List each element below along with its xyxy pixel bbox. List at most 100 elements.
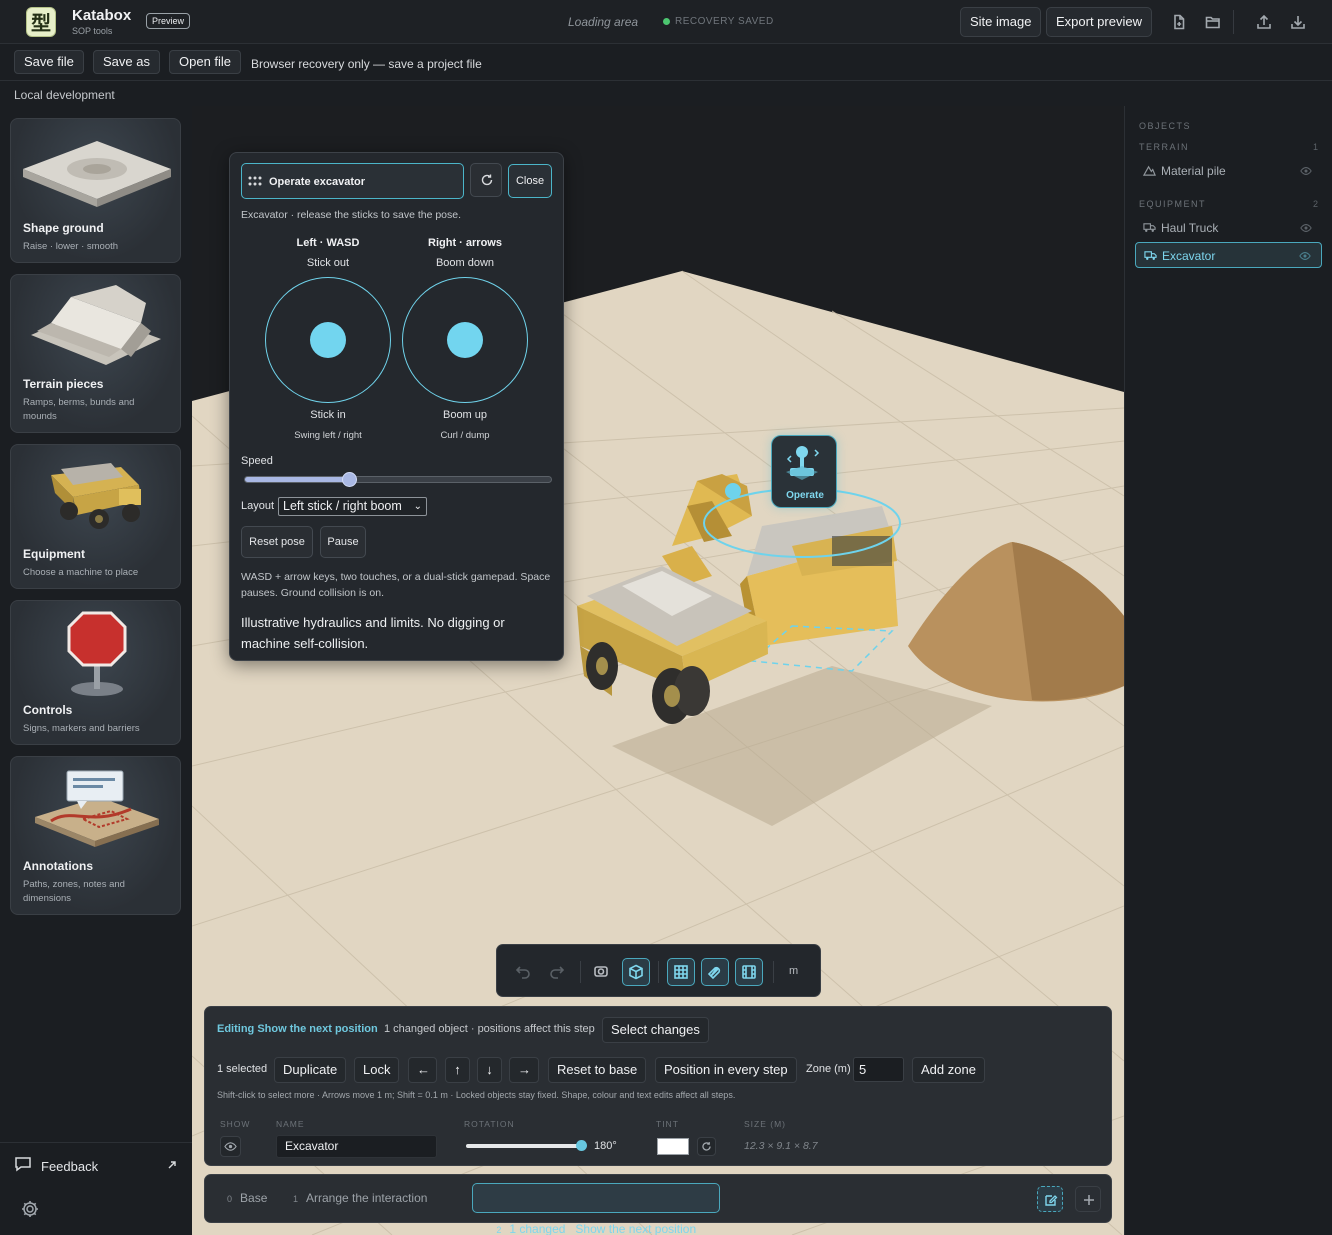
object-name-input[interactable]: Excavator: [276, 1135, 437, 1158]
name-column-header: NAME: [276, 1119, 305, 1129]
3d-cube-icon[interactable]: [622, 958, 650, 986]
new-file-icon[interactable]: [1168, 11, 1190, 33]
move-down-button[interactable]: ↓: [477, 1057, 502, 1083]
settings-gear-icon[interactable]: [20, 1199, 40, 1219]
right-joystick[interactable]: [402, 277, 528, 403]
feedback-link[interactable]: Feedback: [41, 1159, 98, 1174]
joystick-icon: [786, 446, 820, 480]
reset-pose-button[interactable]: Reset pose: [241, 526, 313, 558]
truck-icon: [1143, 223, 1156, 232]
haul-truck-icon: [51, 463, 141, 529]
unit-toggle[interactable]: m: [789, 965, 798, 977]
film-strip-icon[interactable]: [735, 958, 763, 986]
toolbar-divider: [580, 961, 581, 983]
camera-view-icon[interactable]: [588, 958, 616, 986]
operate-panel-drag-handle[interactable]: Operate excavator: [241, 163, 464, 199]
add-zone-button[interactable]: Add zone: [912, 1057, 985, 1083]
site-image-button[interactable]: Site image: [960, 7, 1042, 37]
left-stick-sub-label: Swing left / right: [294, 430, 362, 441]
eye-icon[interactable]: [1299, 250, 1311, 262]
object-name: Material pile: [1161, 164, 1226, 178]
layout-label: Layout: [241, 500, 275, 512]
step-tab-base[interactable]: 0 Base: [217, 1183, 275, 1213]
move-left-button[interactable]: ←: [408, 1057, 437, 1083]
pause-button[interactable]: Pause: [320, 526, 366, 558]
speed-slider[interactable]: [244, 472, 552, 487]
step-tab-arrange[interactable]: 1 Arrange the interaction: [283, 1183, 468, 1213]
left-joystick-knob[interactable]: [310, 322, 346, 358]
add-step-button[interactable]: [1075, 1186, 1101, 1212]
palette-description: Signs, markers and barriers: [23, 723, 140, 734]
save-as-button[interactable]: Save as: [93, 50, 160, 74]
visibility-toggle[interactable]: [220, 1136, 241, 1157]
reset-icon: [702, 1142, 711, 1151]
palette-equipment[interactable]: Equipment Choose a machine to place: [10, 444, 181, 589]
app-title: Katabox: [72, 7, 132, 24]
palette-title: Shape ground: [23, 221, 104, 235]
objects-header: OBJECTS: [1139, 121, 1192, 131]
move-up-button[interactable]: ↑: [445, 1057, 470, 1083]
download-icon[interactable]: [1287, 11, 1309, 33]
eye-icon: [224, 1142, 237, 1151]
terrain-ramp-icon: [31, 285, 161, 365]
palette-annotations[interactable]: Annotations Paths, zones, notes and dime…: [10, 756, 181, 915]
stop-sign-icon: [67, 611, 127, 696]
object-item-excavator[interactable]: Excavator: [1135, 242, 1322, 268]
reset-view-button[interactable]: [470, 163, 502, 197]
feedback-row[interactable]: Feedback: [0, 1142, 192, 1186]
palette-controls[interactable]: Controls Signs, markers and barriers: [10, 600, 181, 745]
object-item-haul-truck[interactable]: Haul Truck: [1135, 215, 1322, 241]
open-folder-icon[interactable]: [1202, 11, 1224, 33]
move-right-button[interactable]: →: [509, 1057, 539, 1083]
chat-bubble-icon: [15, 1157, 31, 1172]
palette-description: Ramps, berms, bunds and mounds: [23, 397, 135, 422]
tint-reset-button[interactable]: [697, 1137, 716, 1156]
object-name: Excavator: [1162, 249, 1216, 263]
position-every-step-button[interactable]: Position in every step: [655, 1057, 797, 1083]
editing-step-label: Editing Show the next position: [217, 1023, 378, 1035]
lock-button[interactable]: Lock: [354, 1057, 400, 1083]
ground-plate-icon: [23, 141, 171, 207]
palette-description: Raise · lower · smooth: [23, 241, 119, 252]
left-joystick[interactable]: [265, 277, 391, 403]
grid-icon[interactable]: [667, 958, 695, 986]
palette-description: Paths, zones, notes and dimensions: [23, 879, 125, 904]
object-item-material-pile[interactable]: Material pile: [1135, 158, 1322, 184]
equipment-group-header: EQUIPMENT: [1139, 199, 1207, 209]
controls-help-text: WASD + arrow keys, two touches, or a dua…: [241, 571, 551, 599]
toolbar-divider: [773, 961, 774, 983]
recovery-note: Browser recovery only — save a project f…: [251, 57, 482, 71]
duplicate-button[interactable]: Duplicate: [274, 1057, 347, 1083]
palette-terrain-pieces[interactable]: Terrain pieces Ramps, berms, bunds and m…: [10, 274, 181, 433]
rotation-slider-thumb[interactable]: [576, 1140, 587, 1151]
right-joystick-knob[interactable]: [447, 322, 483, 358]
undo-icon[interactable]: [510, 958, 538, 986]
export-preview-button[interactable]: Export preview: [1046, 7, 1152, 37]
step-tab-show-next-position[interactable]: 2 1 changed Show the next position: [472, 1183, 720, 1235]
annotation-note-icon: [35, 770, 159, 847]
layout-select[interactable]: Left stick / right boom ⌄: [278, 497, 427, 516]
editor-help-text: Shift-click to select more · Arrows move…: [217, 1090, 736, 1100]
selection-count: 1 selected: [217, 1063, 268, 1075]
reset-to-base-button[interactable]: Reset to base: [548, 1057, 647, 1083]
zone-size-input[interactable]: 5: [853, 1057, 904, 1082]
upload-icon[interactable]: [1253, 11, 1275, 33]
speed-slider-thumb[interactable]: [342, 472, 358, 487]
save-file-button[interactable]: Save file: [14, 50, 84, 74]
palette-description: Choose a machine to place: [23, 567, 139, 578]
eye-icon[interactable]: [1300, 165, 1312, 177]
rotation-slider[interactable]: [466, 1140, 587, 1151]
open-file-button[interactable]: Open file: [169, 50, 242, 74]
magnet-snap-icon[interactable]: [701, 958, 729, 986]
tint-color-swatch[interactable]: [657, 1138, 689, 1155]
right-stick-title: Right · arrows: [428, 237, 502, 249]
palette-shape-ground[interactable]: Shape ground Raise · lower · smooth: [10, 118, 181, 263]
palette-title: Controls: [23, 703, 73, 717]
close-button[interactable]: Close: [508, 164, 552, 198]
select-changes-button[interactable]: Select changes: [602, 1017, 709, 1043]
redo-icon[interactable]: [544, 958, 572, 986]
hydraulics-note: Illustrative hydraulics and limits. No d…: [241, 615, 505, 651]
operate-badge[interactable]: Operate: [771, 435, 837, 508]
eye-icon[interactable]: [1300, 222, 1312, 234]
edit-step-button[interactable]: [1037, 1186, 1063, 1212]
